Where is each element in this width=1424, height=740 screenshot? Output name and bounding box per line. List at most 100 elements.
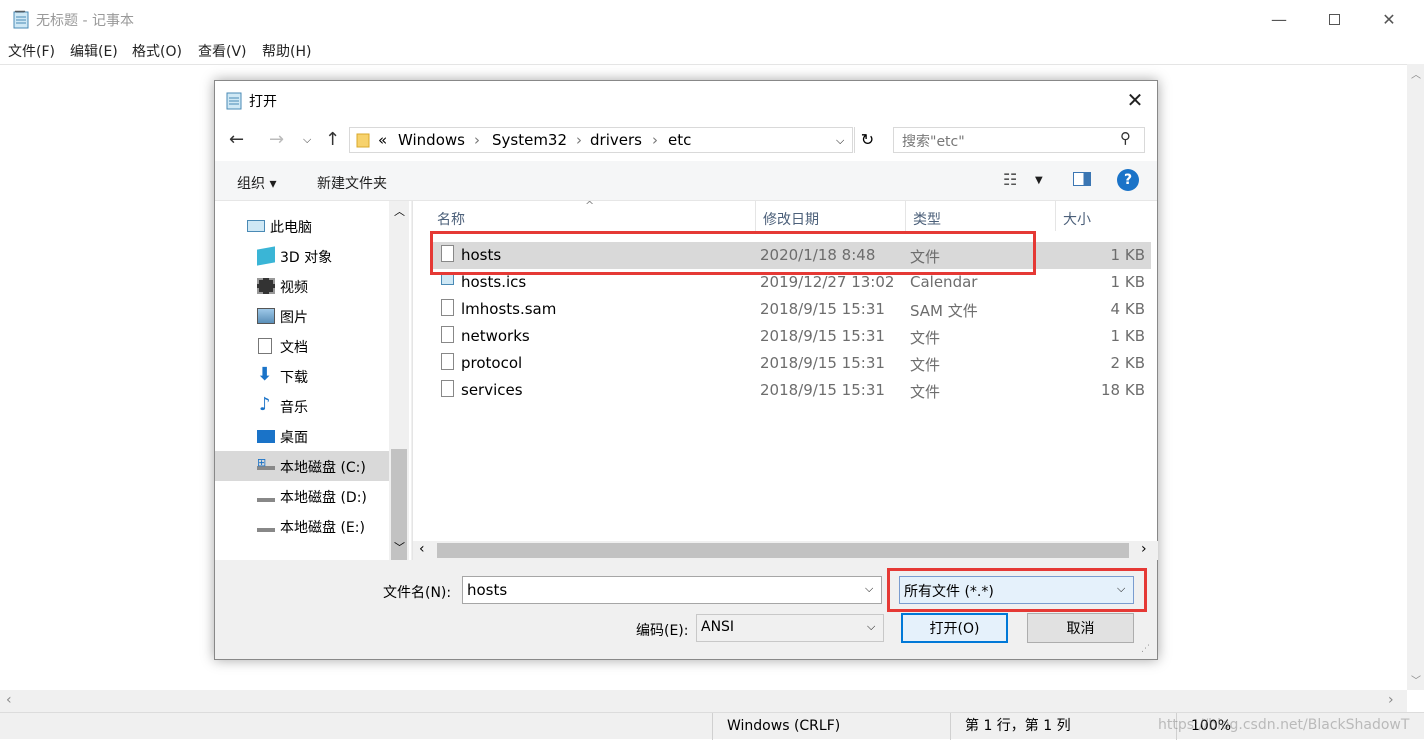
chevron-down-icon[interactable]: ⌵: [865, 582, 873, 596]
vertical-scrollbar[interactable]: ︿ ﹀: [1407, 64, 1424, 690]
crumb-windows[interactable]: Windows: [398, 131, 465, 149]
picture-icon: [257, 308, 275, 324]
back-arrow-icon[interactable]: ←: [229, 129, 244, 150]
sidebar-item-pictures[interactable]: 图片: [215, 301, 389, 331]
column-divider[interactable]: [905, 201, 906, 231]
search-icon[interactable]: ⚲: [1120, 129, 1131, 147]
status-bar: Windows (CRLF) 第 1 行，第 1 列 100% https://…: [0, 712, 1424, 740]
status-line-ending: Windows (CRLF): [712, 713, 946, 740]
recent-dropdown-icon[interactable]: ⌵: [303, 133, 311, 147]
file-name: services: [461, 381, 523, 399]
file-row-services[interactable]: services 2018/9/15 15:31 文件 18 KB: [431, 377, 1151, 404]
file-list-horizontal-scrollbar[interactable]: ‹ ›: [413, 541, 1158, 560]
file-row-protocol[interactable]: protocol 2018/9/15 15:31 文件 2 KB: [431, 350, 1151, 377]
file-row-lmhosts[interactable]: lmhosts.sam 2018/9/15 15:31 SAM 文件 4 KB: [431, 296, 1151, 323]
open-button[interactable]: 打开(O): [901, 613, 1008, 643]
address-dropdown-icon[interactable]: ⌵: [836, 134, 844, 148]
scroll-up-icon[interactable]: ︿: [1411, 66, 1421, 81]
refresh-icon[interactable]: ↻: [854, 127, 880, 153]
up-arrow-icon[interactable]: ↑: [325, 129, 340, 150]
scroll-right-icon[interactable]: ›: [1141, 541, 1147, 557]
sidebar-item-this-pc[interactable]: 此电脑: [215, 211, 389, 241]
dialog-bottom-panel: 文件名(N): hosts ⌵ 所有文件 (*.*) ⌵ 编码(E): ANSI…: [215, 560, 1157, 659]
dialog-close-button[interactable]: ✕: [1113, 81, 1157, 119]
window-title: 无标题 - 记事本: [36, 13, 134, 29]
menu-bar: 文件(F) 编辑(E) 格式(O) 查看(V) 帮助(H): [0, 38, 1424, 64]
column-size[interactable]: 大小: [1063, 209, 1091, 229]
sidebar-item-drive-d[interactable]: 本地磁盘 (D:): [215, 481, 389, 511]
close-icon: ✕: [1382, 9, 1396, 29]
sidebar-item-desktop[interactable]: 桌面: [215, 421, 389, 451]
highlight-box: [430, 231, 1036, 275]
file-row-networks[interactable]: networks 2018/9/15 15:31 文件 1 KB: [431, 323, 1151, 350]
maximize-icon: [1328, 13, 1340, 25]
column-type[interactable]: 类型: [913, 209, 941, 229]
cube-3d-icon: [257, 246, 275, 266]
file-size: 2 KB: [1110, 354, 1145, 372]
file-date: 2018/9/15 15:31: [760, 381, 885, 399]
menu-view[interactable]: 查看(V): [198, 41, 247, 61]
sidebar-item-label: 文档: [280, 340, 308, 356]
address-bar[interactable]: « Windows › System32 › drivers › etc ⌵ ↻: [349, 127, 874, 153]
maximize-button[interactable]: [1307, 0, 1361, 38]
file-type: Calendar: [910, 273, 978, 291]
scroll-down-icon[interactable]: ﹀: [1411, 672, 1421, 687]
sidebar-item-videos[interactable]: 视频: [215, 271, 389, 301]
scroll-down-icon[interactable]: ﹀: [394, 539, 405, 555]
watermark: https://blog.csdn.net/BlackShadowT: [1158, 717, 1410, 733]
column-divider[interactable]: [755, 201, 756, 231]
horizontal-scrollbar[interactable]: ‹ ›: [0, 690, 1407, 712]
column-divider[interactable]: [1055, 201, 1056, 231]
video-icon: [257, 278, 275, 294]
scroll-left-icon[interactable]: ‹: [419, 541, 425, 557]
sidebar-item-drive-c[interactable]: ⊞ 本地磁盘 (C:): [215, 451, 389, 481]
sidebar-item-drive-e[interactable]: 本地磁盘 (E:): [215, 511, 389, 541]
preview-pane-icon[interactable]: [1073, 172, 1091, 186]
sidebar-item-label: 图片: [280, 310, 308, 326]
crumb-separator-icon[interactable]: ›: [652, 131, 658, 149]
close-icon: ✕: [1126, 88, 1144, 112]
address-chevron[interactable]: «: [378, 131, 387, 149]
minimize-button[interactable]: —: [1252, 0, 1306, 38]
scroll-left-icon[interactable]: ‹: [6, 692, 12, 708]
menu-help[interactable]: 帮助(H): [262, 41, 311, 61]
drive-icon: [257, 490, 275, 502]
sidebar-item-downloads[interactable]: ⬇ 下载: [215, 361, 389, 391]
file-icon: [441, 353, 454, 370]
crumb-separator-icon[interactable]: ›: [576, 131, 582, 149]
file-icon: [441, 380, 454, 397]
help-icon[interactable]: ?: [1117, 169, 1139, 191]
resize-grip-icon[interactable]: ⋰: [1141, 644, 1150, 654]
scrollbar-thumb[interactable]: [437, 543, 1129, 558]
close-button[interactable]: ✕: [1362, 0, 1416, 38]
file-name: protocol: [461, 354, 523, 372]
crumb-system32[interactable]: System32: [492, 131, 567, 149]
chevron-down-icon[interactable]: ⌵: [867, 620, 875, 634]
crumb-drivers[interactable]: drivers: [590, 131, 642, 149]
new-folder-button[interactable]: 新建文件夹: [317, 173, 387, 193]
view-dropdown-icon[interactable]: ▼: [1035, 175, 1043, 186]
sidebar-scrollbar[interactable]: ︿ ﹀: [389, 201, 409, 601]
organize-button[interactable]: 组织 ▾: [237, 173, 276, 193]
forward-arrow-icon[interactable]: →: [269, 129, 284, 150]
encoding-select[interactable]: ANSI ⌵: [696, 614, 884, 642]
scroll-right-icon[interactable]: ›: [1388, 692, 1394, 708]
view-options-icon[interactable]: ☷: [1003, 170, 1017, 189]
sidebar-item-label: 此电脑: [270, 220, 312, 236]
menu-edit[interactable]: 编辑(E): [70, 41, 118, 61]
sidebar-item-3d-objects[interactable]: 3D 对象: [215, 241, 389, 271]
sidebar-item-music[interactable]: ♪ 音乐: [215, 391, 389, 421]
file-type: SAM 文件: [910, 302, 978, 320]
crumb-etc[interactable]: etc: [668, 131, 691, 149]
menu-format[interactable]: 格式(O): [132, 41, 182, 61]
cancel-button[interactable]: 取消: [1027, 613, 1134, 643]
column-name[interactable]: 名称: [437, 209, 465, 229]
sidebar-item-documents[interactable]: 文档: [215, 331, 389, 361]
menu-file[interactable]: 文件(F): [8, 41, 55, 61]
column-date[interactable]: 修改日期: [763, 209, 819, 229]
search-box[interactable]: 搜索"etc" ⚲: [893, 127, 1145, 153]
filename-input[interactable]: hosts ⌵: [462, 576, 882, 604]
scroll-up-icon[interactable]: ︿: [394, 203, 405, 219]
sidebar-item-label: 3D 对象: [280, 250, 333, 266]
crumb-separator-icon[interactable]: ›: [474, 131, 480, 149]
